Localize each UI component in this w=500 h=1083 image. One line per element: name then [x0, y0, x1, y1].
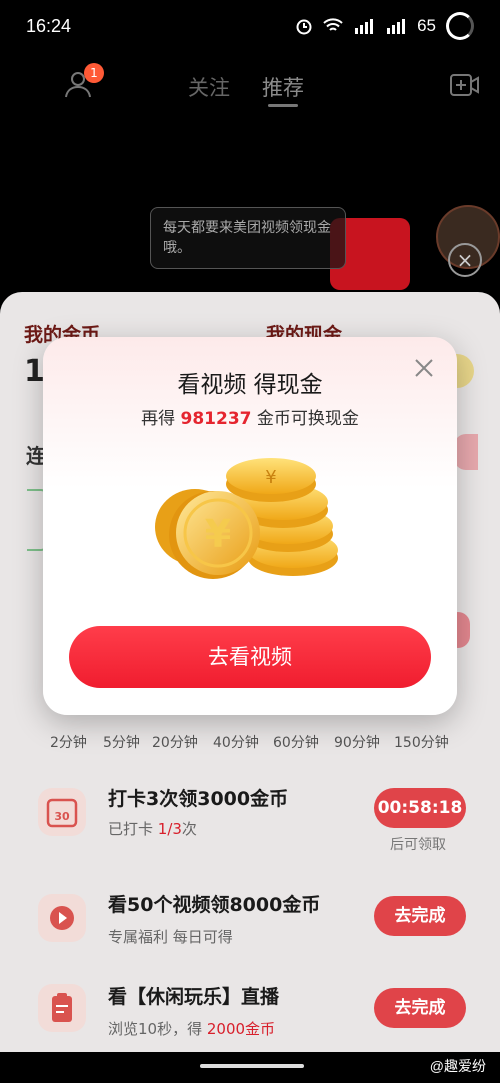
- task-subtitle: 已打卡 1/3次: [108, 820, 197, 838]
- coins-value: 1: [24, 354, 45, 389]
- status-icons: 65: [295, 12, 474, 40]
- timeline-label: 90分钟: [334, 735, 380, 751]
- close-icon[interactable]: ×: [448, 243, 482, 277]
- svg-text:30: 30: [54, 810, 70, 823]
- task-row: 看【休闲玩乐】直播 浏览10秒，得 2000金币 去完成: [0, 980, 500, 1052]
- task-subtitle: 浏览10秒，得 2000金币: [108, 1020, 276, 1038]
- camera-add-icon[interactable]: [450, 72, 480, 98]
- go-complete-button[interactable]: 去完成: [374, 988, 466, 1028]
- countdown-note: 后可领取: [390, 837, 446, 853]
- close-icon[interactable]: [413, 357, 435, 379]
- timeline-label: 40分钟: [213, 735, 259, 751]
- watch-time-timeline: 2分钟 5分钟 20分钟 40分钟 60分钟 90分钟 150分钟: [0, 732, 500, 756]
- play-icon: [38, 894, 86, 942]
- signal-4g-icon: [387, 19, 406, 34]
- tab-underline: [268, 104, 298, 107]
- gold-coins-icon: ¥ ¥: [155, 458, 338, 579]
- status-time: 16:24: [26, 16, 72, 36]
- task-subtitle: 专属福利 每日可得: [108, 928, 233, 946]
- countdown-button[interactable]: 00:58:18: [374, 788, 466, 828]
- watch-video-dialog: 看视频 得现金 再得 981237 金币可换现金 ¥ ¥ 去看视频: [43, 337, 457, 715]
- status-bar: 16:24 65: [0, 0, 500, 56]
- tab-follow[interactable]: 关注: [188, 72, 230, 102]
- side-tag: [454, 434, 478, 470]
- video-tip-bubble: 每天都要来美团视频领现金哦。: [150, 207, 346, 269]
- dialog-title: 看视频 得现金: [177, 372, 323, 398]
- notification-badge: 1: [84, 63, 104, 83]
- dialog-subtitle: 再得 981237 金币可换现金: [141, 409, 359, 429]
- tab-recommend[interactable]: 推荐: [262, 72, 304, 102]
- timeline-label: 5分钟: [103, 735, 140, 751]
- task-title: 看50个视频领8000金币: [108, 894, 321, 916]
- go-complete-button[interactable]: 去完成: [374, 896, 466, 936]
- task-title: 看【休闲玩乐】直播: [108, 986, 280, 1008]
- calendar-icon: 30: [38, 788, 86, 836]
- timeline-label: 20分钟: [152, 735, 198, 751]
- svg-text:¥: ¥: [205, 512, 231, 556]
- video-top-nav: 1 关注 推荐: [0, 60, 500, 110]
- task-title: 打卡3次领3000金币: [108, 788, 289, 810]
- system-nav-bar: @趣爱纷: [0, 1052, 500, 1083]
- timeline-label: 150分钟: [394, 735, 449, 751]
- alarm-icon: [296, 19, 312, 35]
- clipboard-icon: [38, 984, 86, 1032]
- loading-ring-icon: [446, 12, 474, 40]
- wifi-icon: [323, 18, 343, 31]
- svg-text:¥: ¥: [265, 467, 276, 488]
- remaining-coins: 981237: [180, 409, 252, 429]
- home-indicator[interactable]: [200, 1064, 304, 1068]
- watermark: @趣爱纷: [429, 1058, 486, 1074]
- battery-level: 65: [417, 16, 436, 35]
- timeline-label: 60分钟: [273, 735, 319, 751]
- signal-5g-icon: [355, 19, 374, 34]
- task-row: 看50个视频领8000金币 专属福利 每日可得 去完成: [0, 888, 500, 974]
- timeline-label: 2分钟: [50, 735, 87, 751]
- watch-video-button[interactable]: 去看视频: [69, 626, 431, 688]
- task-row: 30 打卡3次领3000金币 已打卡 1/3次 00:58:18 后可领取: [0, 780, 500, 866]
